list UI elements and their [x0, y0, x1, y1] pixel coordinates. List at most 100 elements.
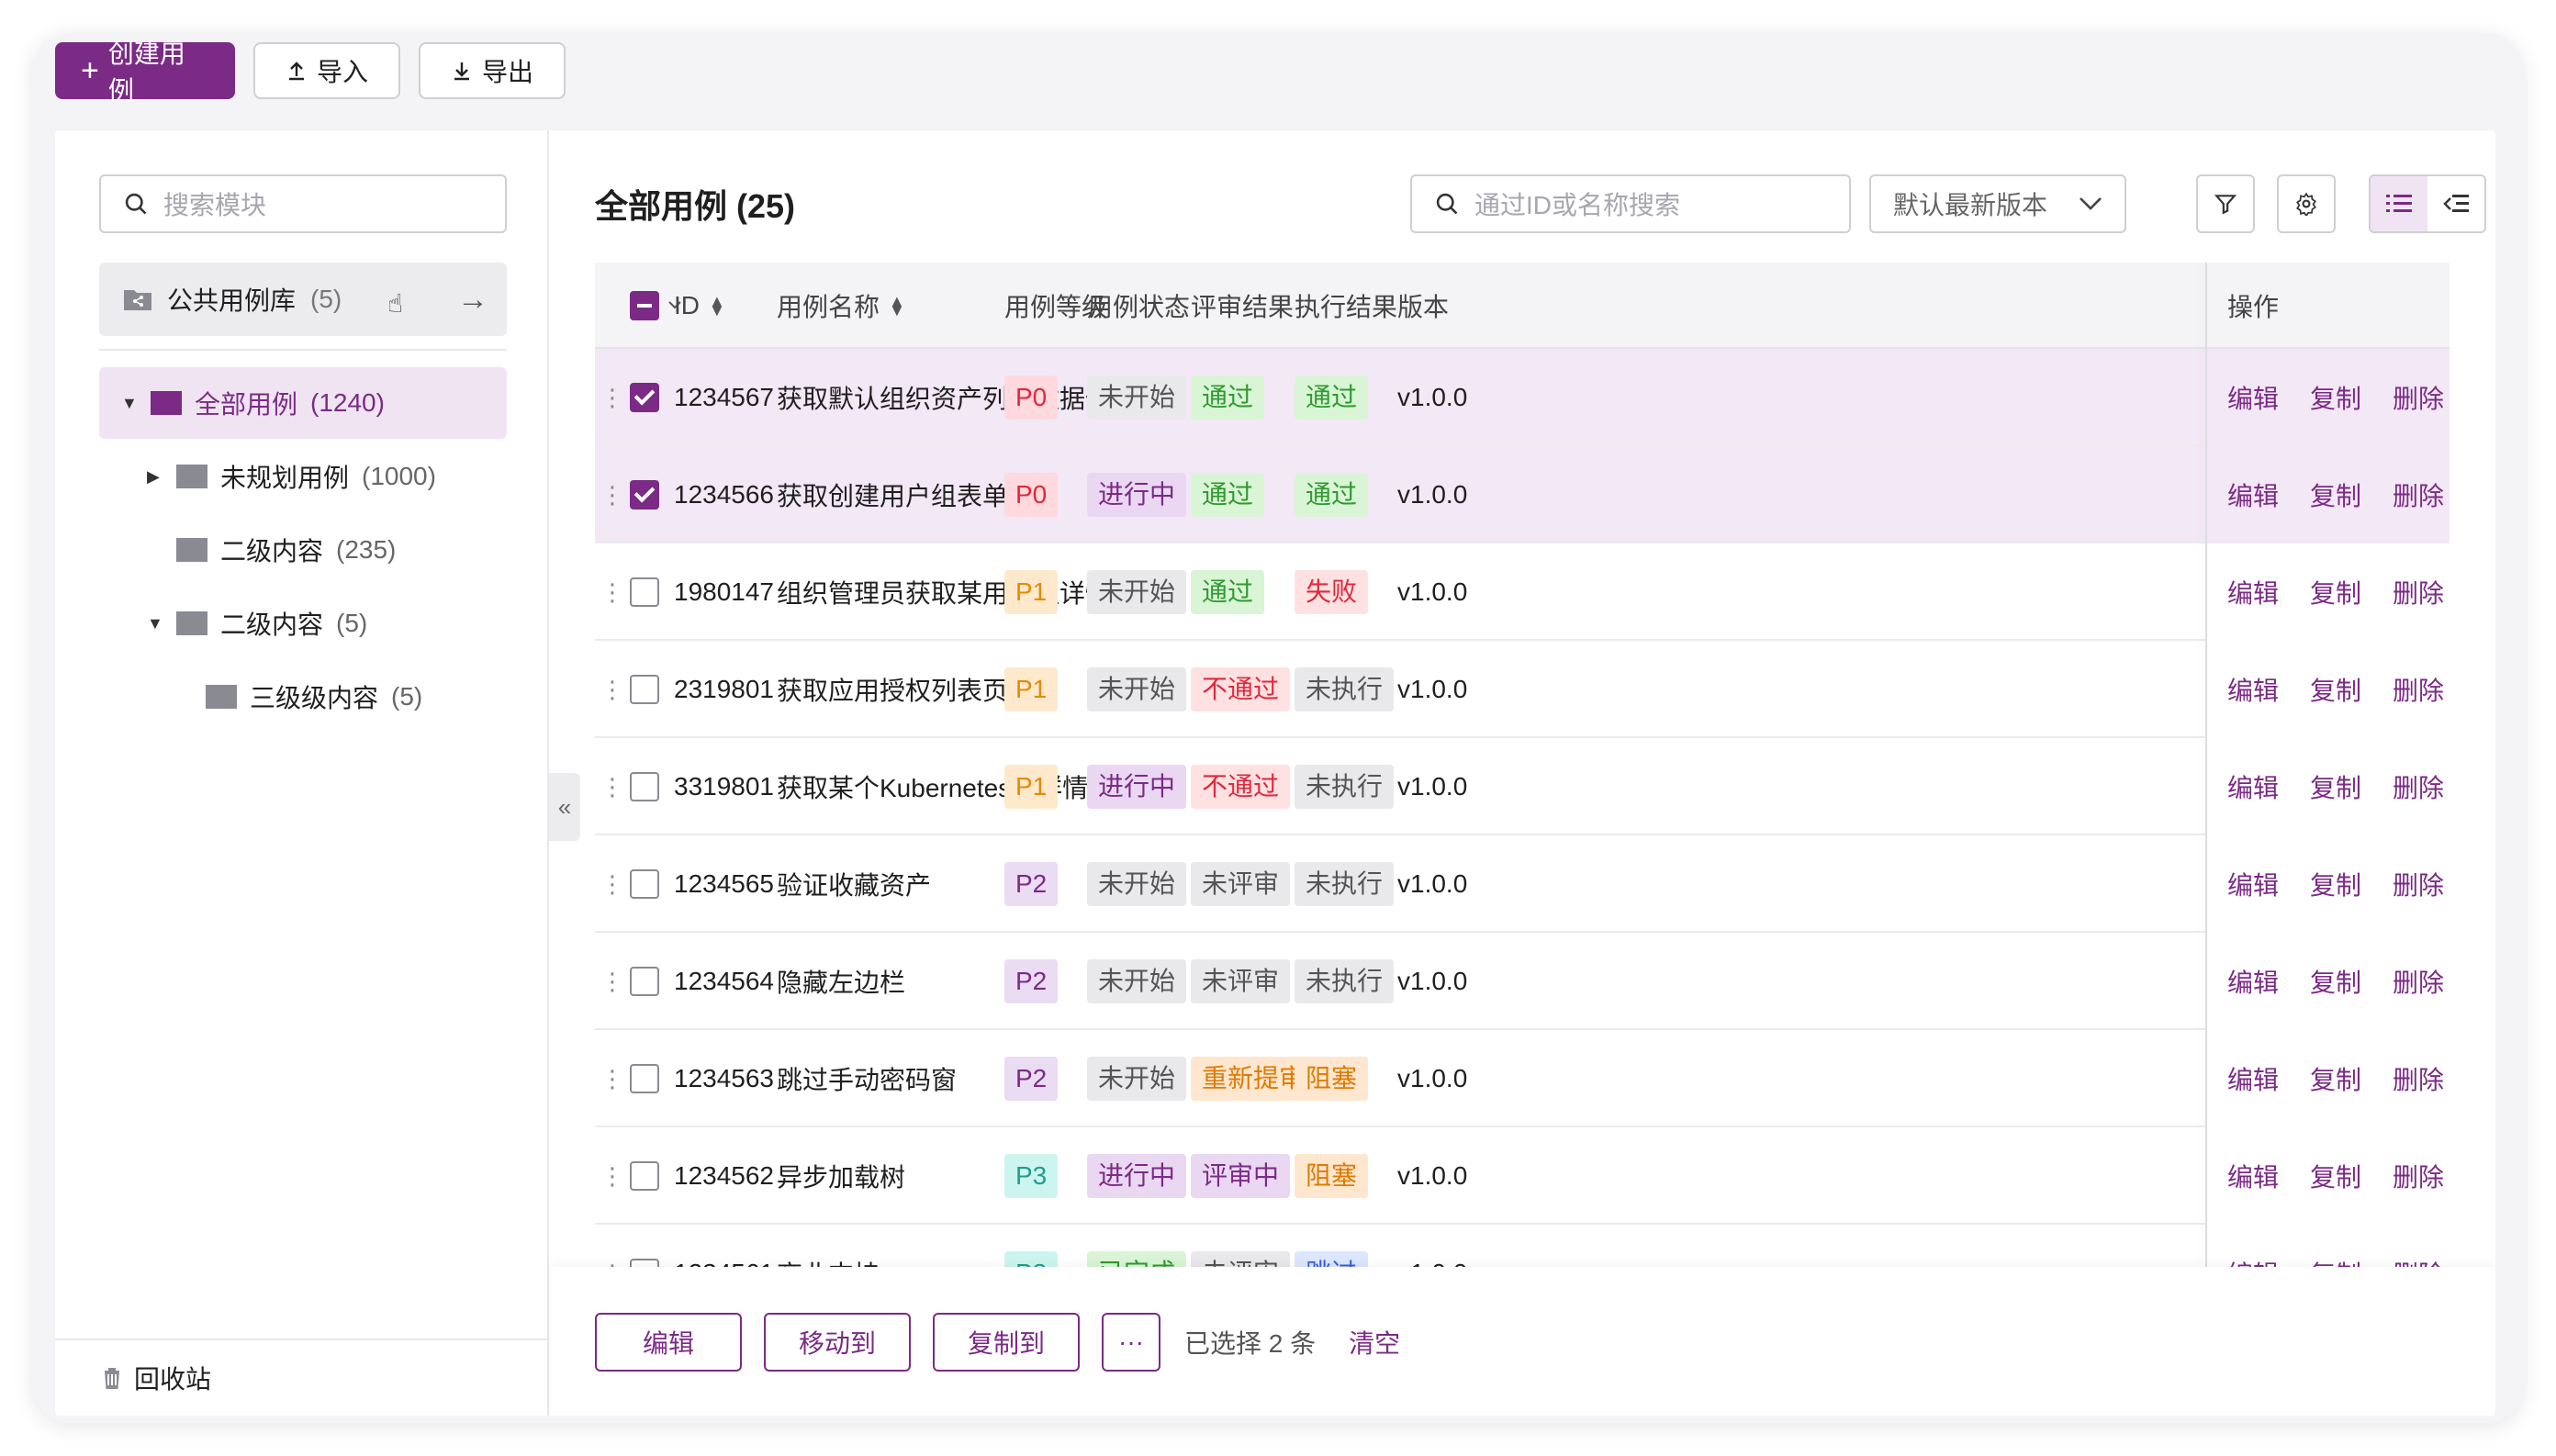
batch-edit-button[interactable]: 编辑	[595, 1313, 742, 1372]
table-row[interactable]: ⋮⋮ 1980147 组织管理员获取某用户组详情... P1 未开始 通过 失败…	[595, 543, 2450, 641]
delete-link[interactable]: 删除	[2393, 1158, 2444, 1194]
table-row[interactable]: ⋮⋮ 2319801 获取应用授权列表页面 P1 未开始 不通过 未执行 v1.…	[595, 641, 2450, 738]
tree-item-unplanned[interactable]: ▶ 未规划用例 (1000)	[147, 441, 436, 512]
row-checkbox-cell[interactable]	[630, 349, 659, 446]
table-row[interactable]: ⋮⋮ 1234563 跳过手动密码窗 P2 未开始 重新提审 阻塞 v1.0.0…	[595, 1030, 2450, 1127]
table-row[interactable]: ⋮⋮ 1234561 商业支持 P3 已完成 未评审 跳过 v1.0.0 编辑 …	[595, 1225, 2450, 1267]
row-checkbox[interactable]	[630, 1064, 659, 1093]
row-checkbox-cell[interactable]	[630, 933, 659, 1030]
copy-link[interactable]: 复制	[2310, 1255, 2361, 1267]
delete-link[interactable]: 删除	[2393, 963, 2444, 1000]
edit-link[interactable]: 编辑	[2227, 1255, 2279, 1267]
edit-link[interactable]: 编辑	[2227, 476, 2279, 513]
copy-link[interactable]: 复制	[2310, 1158, 2361, 1194]
edit-link[interactable]: 编辑	[2227, 866, 2279, 902]
edit-link[interactable]: 编辑	[2227, 671, 2279, 708]
row-checkbox-cell[interactable]	[630, 1225, 659, 1267]
table-row[interactable]: ⋮⋮ 1234567 获取默认组织资产列表数据信... P0 未开始 通过 通过…	[595, 349, 2450, 446]
case-name[interactable]: 获取应用授权列表页面	[777, 641, 1034, 738]
public-case-library[interactable]: 公共用例库 (5) ☝ →	[99, 263, 507, 336]
sort-icon[interactable]: ▲ ▼	[709, 293, 725, 319]
row-checkbox[interactable]	[630, 1259, 659, 1267]
case-name[interactable]: 异步加载树	[777, 1127, 905, 1225]
export-button[interactable]: 导出	[419, 42, 566, 99]
row-checkbox-cell[interactable]	[630, 738, 659, 835]
case-name[interactable]: 跳过手动密码窗	[777, 1030, 957, 1127]
copy-link[interactable]: 复制	[2310, 963, 2361, 1000]
table-row[interactable]: ⋮⋮ 1234562 异步加载树 P3 进行中 评审中 阻塞 v1.0.0 编辑…	[595, 1127, 2450, 1225]
sort-icon[interactable]: ▲ ▼	[889, 293, 905, 319]
tree-item-level3[interactable]: 三级级内容 (5)	[206, 661, 422, 733]
row-checkbox[interactable]	[630, 1161, 659, 1191]
caret-down-icon[interactable]: ▼	[121, 394, 138, 413]
row-checkbox[interactable]	[630, 577, 659, 607]
edit-link[interactable]: 编辑	[2227, 1060, 2279, 1097]
copy-link[interactable]: 复制	[2310, 574, 2361, 610]
delete-link[interactable]: 删除	[2393, 476, 2444, 513]
batch-move-button[interactable]: 移动到	[764, 1313, 911, 1372]
row-checkbox-cell[interactable]	[630, 1127, 659, 1225]
row-checkbox[interactable]	[630, 675, 659, 704]
edit-link[interactable]: 编辑	[2227, 379, 2279, 416]
case-name[interactable]: 商业支持	[777, 1225, 880, 1267]
copy-link[interactable]: 复制	[2310, 671, 2361, 708]
delete-link[interactable]: 删除	[2393, 866, 2444, 902]
tree-item-level2-a[interactable]: 二级内容 (235)	[176, 514, 396, 586]
column-id[interactable]: ID ▲ ▼	[674, 263, 725, 349]
batch-copy-button[interactable]: 复制到	[933, 1313, 1080, 1372]
edit-link[interactable]: 编辑	[2227, 574, 2279, 610]
edit-link[interactable]: 编辑	[2227, 963, 2279, 1000]
case-name[interactable]: 隐藏左边栏	[777, 933, 905, 1030]
row-checkbox[interactable]	[630, 967, 659, 996]
table-row[interactable]: ⋮⋮ 1234565 验证收藏资产 P2 未开始 未评审 未执行 v1.0.0 …	[595, 835, 2450, 933]
version-select[interactable]: 默认最新版本	[1869, 174, 2126, 233]
column-name[interactable]: 用例名称 ▲ ▼	[777, 263, 905, 349]
delete-link[interactable]: 删除	[2393, 768, 2444, 805]
module-search-input[interactable]: 搜索模块	[99, 174, 507, 233]
tree-item-all-cases[interactable]: ▼ 全部用例 (1240)	[99, 367, 507, 439]
delete-link[interactable]: 删除	[2393, 671, 2444, 708]
caret-down-icon[interactable]: ▼	[147, 614, 163, 633]
delete-link[interactable]: 删除	[2393, 1255, 2444, 1267]
checkbox-indeterminate[interactable]	[630, 291, 659, 320]
copy-link[interactable]: 复制	[2310, 379, 2361, 416]
case-search-input[interactable]: 通过ID或名称搜索	[1410, 174, 1851, 233]
row-checkbox[interactable]	[630, 772, 659, 801]
more-actions-button[interactable]: ···	[1102, 1313, 1160, 1372]
case-name[interactable]: 组织管理员获取某用户组详情...	[777, 543, 1132, 641]
create-case-button[interactable]: + 创建用例	[55, 39, 235, 105]
copy-link[interactable]: 复制	[2310, 1060, 2361, 1097]
copy-link[interactable]: 复制	[2310, 866, 2361, 902]
row-checkbox-cell[interactable]	[630, 1030, 659, 1127]
case-name[interactable]: 验证收藏资产	[777, 835, 931, 933]
edit-link[interactable]: 编辑	[2227, 768, 2279, 805]
settings-button[interactable]	[2277, 174, 2336, 233]
row-checkbox-cell[interactable]	[630, 835, 659, 933]
arrow-right-icon[interactable]: →	[457, 282, 488, 318]
case-name[interactable]: 获取默认组织资产列表数据信...	[777, 349, 1132, 446]
case-name[interactable]: 获取某个Kubernetes的详情页	[777, 738, 1114, 835]
delete-link[interactable]: 删除	[2393, 574, 2444, 610]
row-checkbox[interactable]	[630, 480, 659, 510]
clear-selection-link[interactable]: 清空	[1349, 1324, 1400, 1361]
recycle-bin[interactable]: 回收站	[55, 1338, 549, 1416]
row-checkbox[interactable]	[630, 383, 659, 412]
row-checkbox-cell[interactable]	[630, 641, 659, 738]
row-checkbox-cell[interactable]	[630, 543, 659, 641]
tree-item-level2-b[interactable]: ▼ 二级内容 (5)	[147, 588, 367, 659]
table-row[interactable]: ⋮⋮ 1234566 获取创建用户组表单 P0 进行中 通过 通过 v1.0.0…	[595, 446, 2450, 543]
filter-button[interactable]	[2196, 174, 2255, 233]
delete-link[interactable]: 删除	[2393, 379, 2444, 416]
delete-link[interactable]: 删除	[2393, 1060, 2444, 1097]
row-checkbox-cell[interactable]	[630, 446, 659, 543]
table-row[interactable]: ⋮⋮ 3319801 获取某个Kubernetes的详情页 P1 进行中 不通过…	[595, 738, 2450, 835]
edit-link[interactable]: 编辑	[2227, 1158, 2279, 1194]
copy-link[interactable]: 复制	[2310, 768, 2361, 805]
case-name[interactable]: 获取创建用户组表单	[777, 446, 1008, 543]
tree-view-button[interactable]	[2427, 176, 2484, 231]
import-button[interactable]: 导入	[253, 42, 400, 99]
copy-link[interactable]: 复制	[2310, 476, 2361, 513]
caret-right-icon[interactable]: ▶	[147, 467, 163, 487]
list-view-button[interactable]	[2371, 176, 2427, 231]
table-row[interactable]: ⋮⋮ 1234564 隐藏左边栏 P2 未开始 未评审 未执行 v1.0.0 编…	[595, 933, 2450, 1030]
